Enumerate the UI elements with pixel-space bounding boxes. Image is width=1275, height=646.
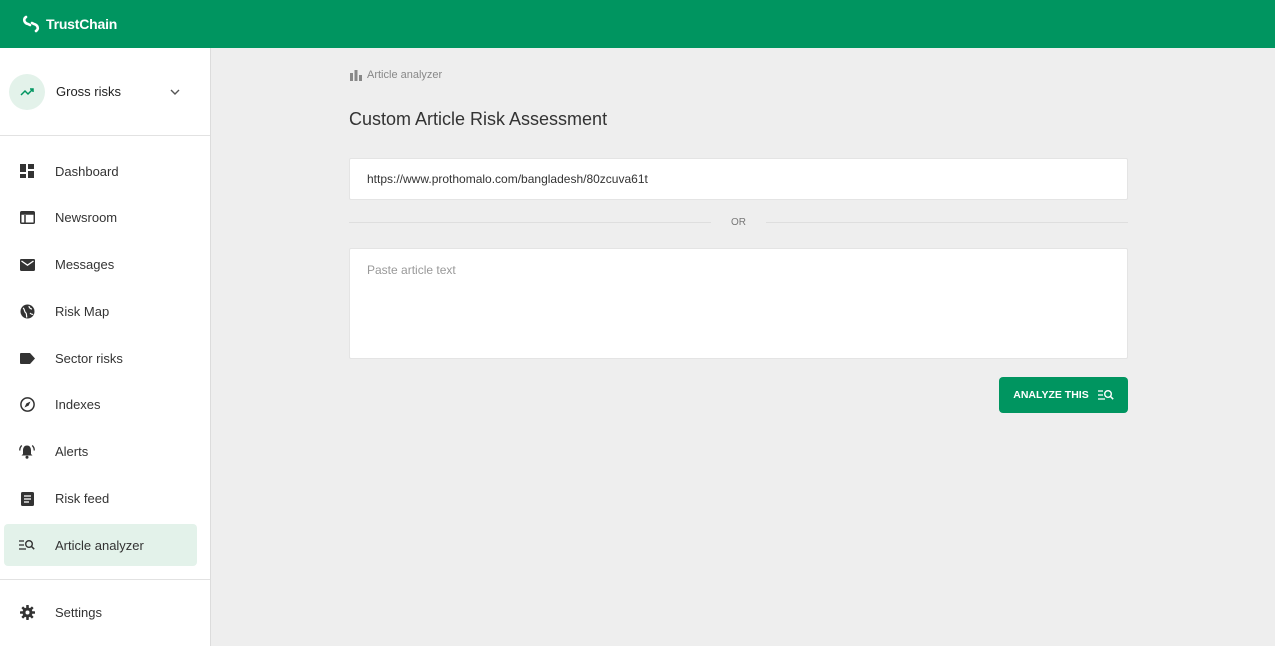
sidebar-item-dashboard[interactable]: Dashboard <box>4 150 197 192</box>
article-text-input[interactable] <box>349 248 1128 359</box>
sidebar-item-newsroom[interactable]: Newsroom <box>4 197 197 239</box>
sidebar-item-settings[interactable]: Settings <box>4 591 198 633</box>
chevron-down-icon[interactable] <box>169 86 181 98</box>
bar-chart-icon <box>350 69 362 81</box>
sidebar-divider <box>0 579 210 580</box>
breadcrumb-label: Article analyzer <box>367 69 443 81</box>
label-icon <box>19 350 35 366</box>
brand-name: TrustChain <box>46 16 118 32</box>
trending-up-icon <box>9 73 45 110</box>
sidebar-item-indexes[interactable]: Indexes <box>4 384 197 426</box>
top-app-bar: TrustChain <box>0 0 1275 48</box>
or-label: OR <box>731 217 746 228</box>
globe-icon <box>19 303 35 319</box>
brand-logo[interactable]: TrustChain <box>22 15 117 33</box>
sidebar-item-article-analyzer[interactable]: Article analyzer <box>4 524 197 567</box>
sidebar-item-sector-risks[interactable]: Sector risks <box>4 337 197 379</box>
page-title: Custom Article Risk Assessment <box>349 109 608 129</box>
article-search-icon <box>1097 390 1114 400</box>
mail-icon <box>19 257 35 273</box>
bell-icon <box>19 444 35 460</box>
divider-line <box>349 222 711 223</box>
sidebar-item-label: Risk Map <box>55 303 110 319</box>
sidebar-item-label: Sector risks <box>55 350 123 366</box>
sidebar-item-risk-map[interactable]: Risk Map <box>4 290 197 332</box>
breadcrumb: Article analyzer <box>350 69 442 81</box>
risk-type-selector[interactable]: Gross risks <box>0 48 210 136</box>
sidebar-nav: Dashboard Newsroom Messages Risk Map Sec… <box>0 136 210 567</box>
sidebar-item-label: Settings <box>55 604 102 620</box>
trustchain-logo-icon <box>22 15 40 33</box>
sidebar-item-risk-feed[interactable]: Risk feed <box>4 478 197 520</box>
sidebar-item-label: Alerts <box>55 444 89 460</box>
sidebar-item-label: Article analyzer <box>55 537 144 553</box>
sidebar-item-label: Indexes <box>55 397 101 413</box>
sidebar-item-label: Messages <box>55 257 115 273</box>
article-url-input[interactable] <box>349 158 1128 200</box>
feed-icon <box>19 491 35 507</box>
risk-type-label: Gross risks <box>56 84 121 99</box>
analyze-button[interactable]: ANALYZE THIS <box>999 377 1128 413</box>
sidebar: Gross risks Dashboard Newsroom Messages <box>0 48 211 646</box>
article-search-icon <box>19 537 35 553</box>
or-divider: OR <box>349 217 1128 228</box>
newsroom-icon <box>19 210 35 226</box>
sidebar-item-label: Risk feed <box>55 491 110 507</box>
sidebar-item-alerts[interactable]: Alerts <box>4 431 197 473</box>
sidebar-item-messages[interactable]: Messages <box>4 244 197 286</box>
dashboard-icon <box>19 163 35 179</box>
sidebar-item-label: Dashboard <box>55 163 119 179</box>
divider-line <box>766 222 1128 223</box>
gear-icon <box>19 604 35 620</box>
sidebar-item-label: Newsroom <box>55 210 118 226</box>
analyze-button-label: ANALYZE THIS <box>1013 389 1089 401</box>
compass-icon <box>19 397 35 413</box>
